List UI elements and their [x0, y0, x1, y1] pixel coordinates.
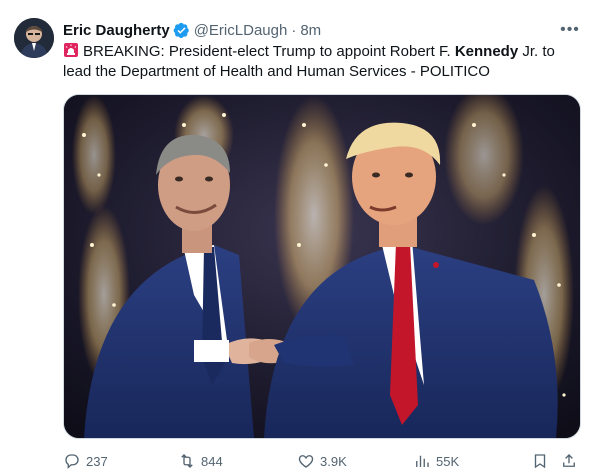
heart-icon	[298, 455, 314, 468]
reply-count: 237	[86, 453, 108, 469]
repost-button[interactable]: 844	[178, 450, 223, 472]
share-button[interactable]	[560, 450, 578, 472]
bookmark-button[interactable]	[531, 450, 549, 472]
reply-icon	[65, 454, 79, 469]
separator-dot: ·	[291, 21, 297, 39]
tweet[interactable]: Eric Daugherty @EricLDaugh · 8m ••• BREA…	[0, 0, 609, 475]
tweet-text: BREAKING: President-elect Trump to appoi…	[63, 42, 583, 82]
rotating-light-icon	[63, 42, 79, 58]
like-count: 3.9K	[320, 453, 347, 469]
more-options-icon[interactable]: •••	[559, 20, 581, 40]
action-bar: 237 844 3.9K 55K	[63, 450, 583, 472]
reply-button[interactable]: 237	[63, 450, 108, 472]
user-handle[interactable]: @EricLDaugh	[194, 22, 288, 39]
timestamp[interactable]: 8m	[300, 22, 321, 39]
share-icon	[563, 454, 575, 467]
photo-illustration	[64, 95, 580, 438]
views-count: 55K	[436, 453, 460, 469]
like-button[interactable]: 3.9K	[297, 450, 347, 472]
views-icon	[416, 455, 429, 467]
tweet-text-prefix: BREAKING: President-elect Trump to appoi…	[83, 43, 455, 60]
tweet-header: Eric Daugherty @EricLDaugh · 8m	[63, 20, 321, 40]
views-button[interactable]: 55K	[413, 450, 459, 472]
display-name[interactable]: Eric Daugherty	[63, 22, 170, 39]
repost-count: 844	[201, 453, 223, 469]
tweet-photo[interactable]	[63, 94, 581, 439]
tweet-text-bold: Kennedy	[454, 43, 519, 60]
verified-badge-icon[interactable]	[173, 22, 190, 39]
bookmark-icon	[534, 454, 546, 469]
avatar[interactable]	[14, 18, 54, 58]
repost-icon	[181, 454, 193, 468]
